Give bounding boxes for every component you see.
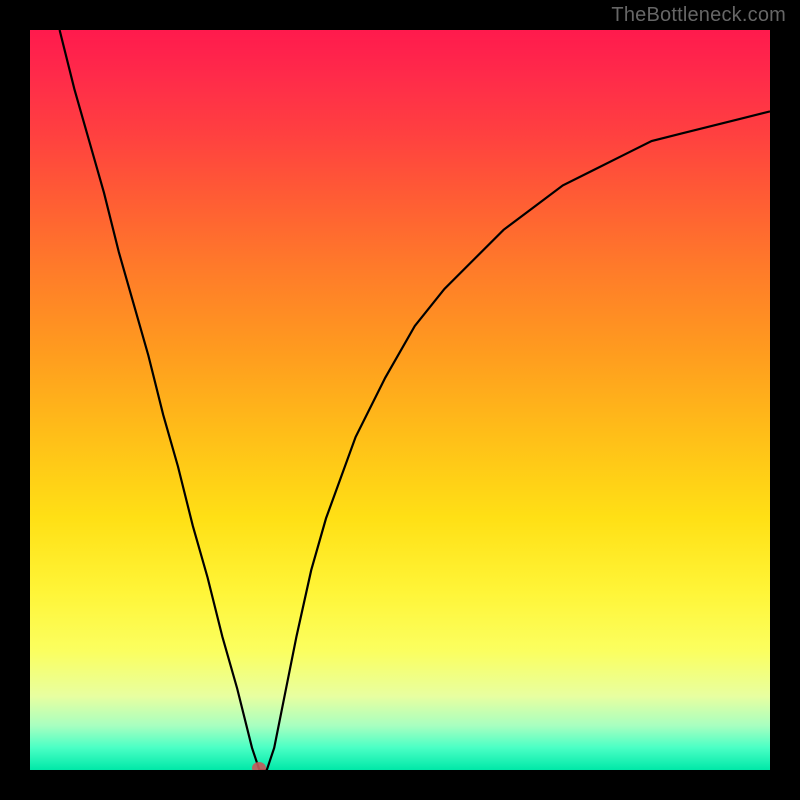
- watermark-text: TheBottleneck.com: [611, 4, 786, 27]
- bottleneck-curve: [60, 30, 770, 770]
- optimum-marker: [252, 762, 266, 770]
- curve-svg: [30, 30, 770, 770]
- chart-frame: TheBottleneck.com: [0, 0, 800, 800]
- plot-area: [30, 30, 770, 770]
